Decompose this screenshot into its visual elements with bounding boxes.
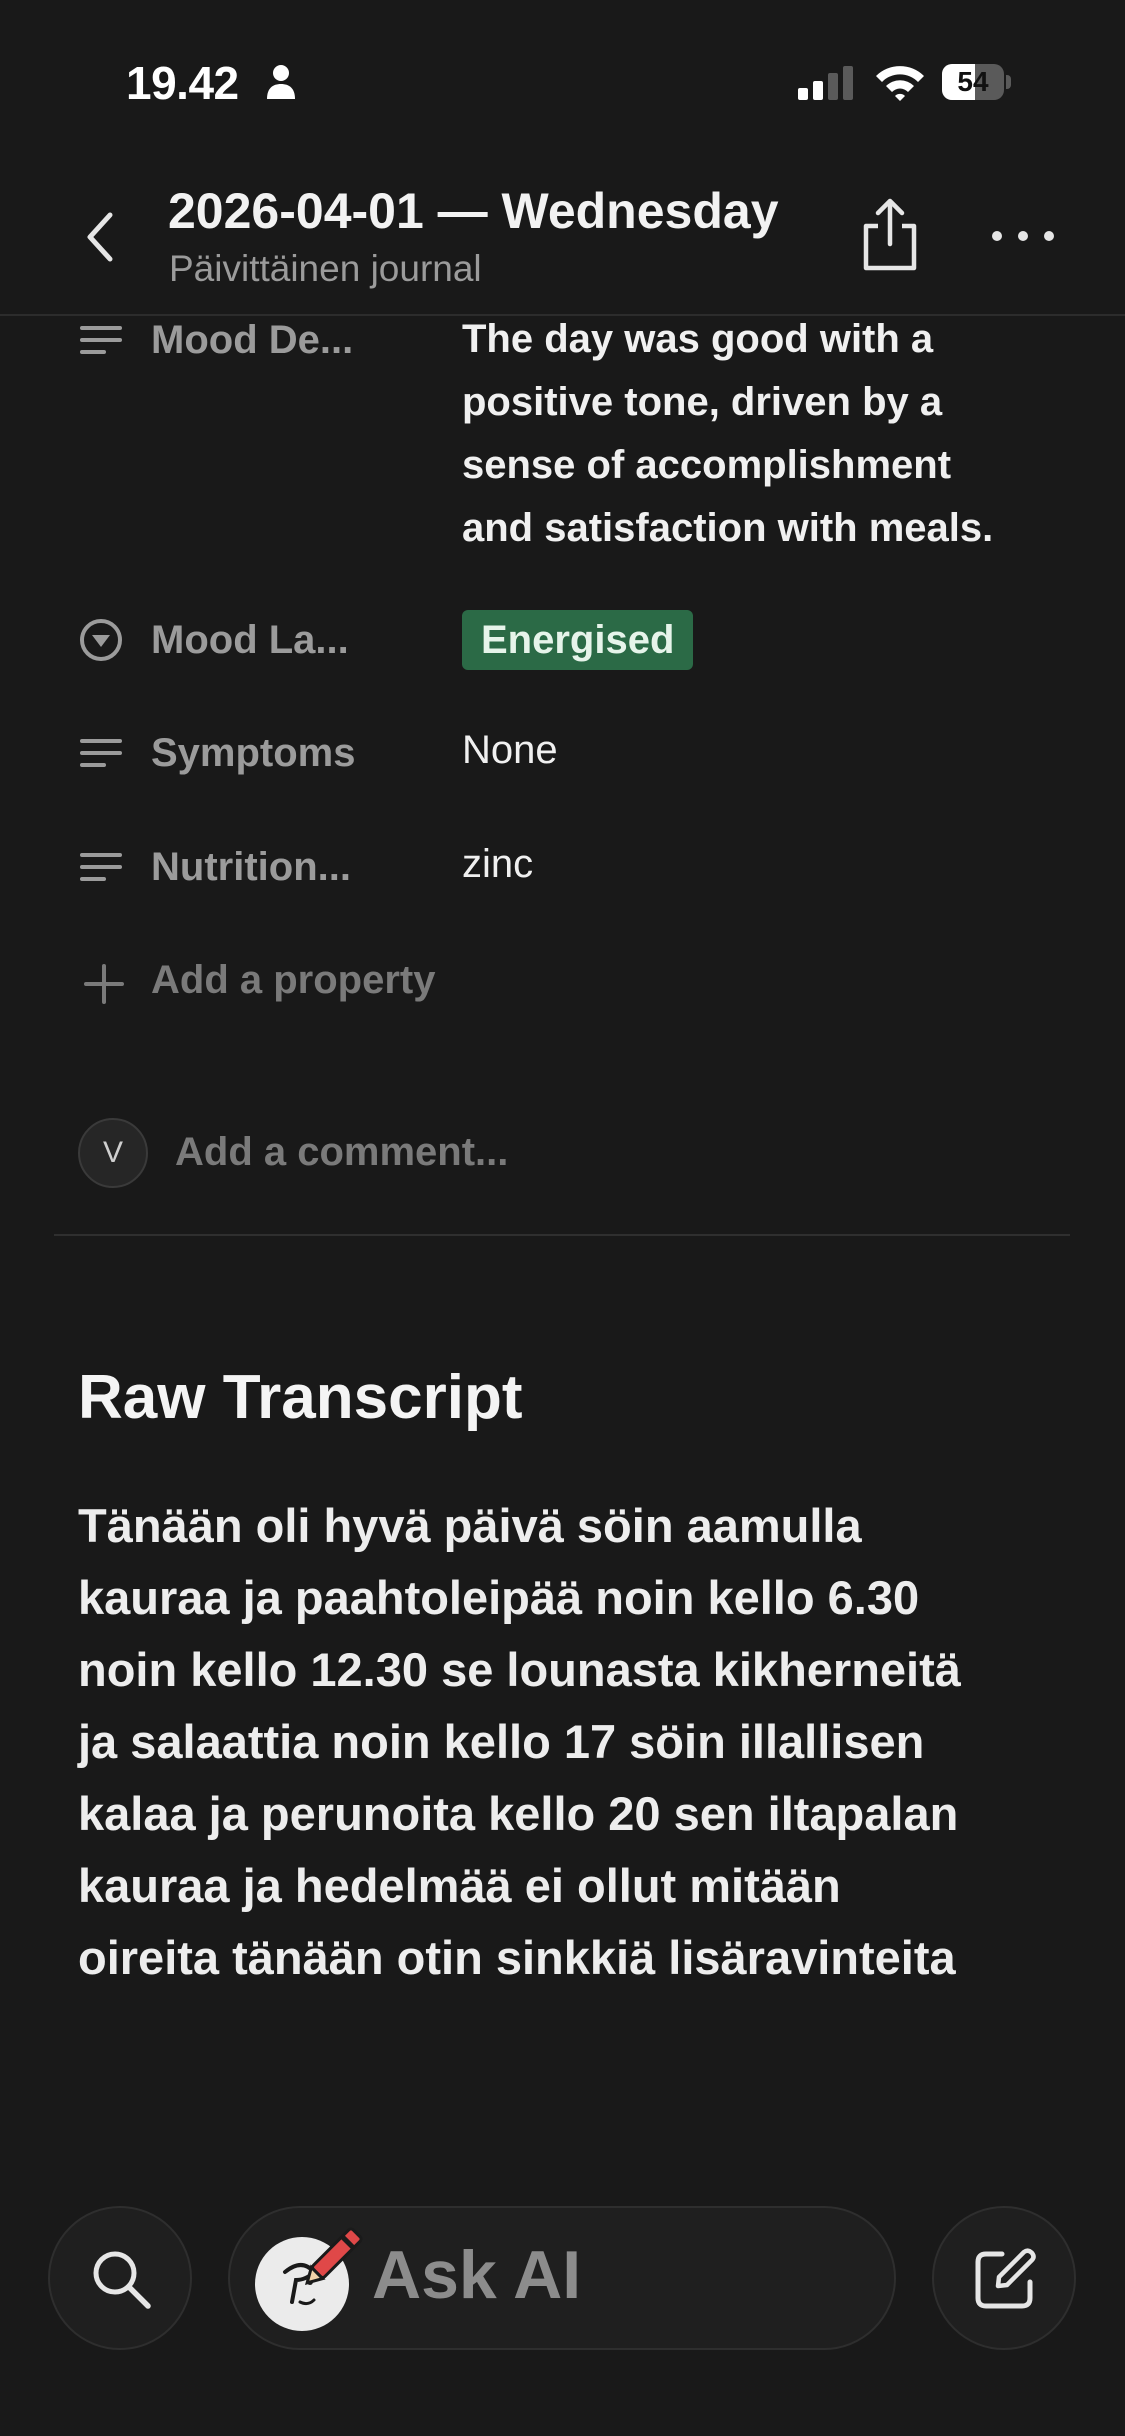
property-label: Mood La...	[151, 618, 349, 662]
add-property-label: Add a property	[151, 958, 436, 1002]
compose-icon	[975, 2248, 1036, 2309]
section-divider	[54, 1234, 1070, 1236]
cellular-signal-icon	[798, 66, 853, 100]
battery-level: 54	[957, 66, 989, 97]
battery-indicator: 54	[942, 64, 1014, 100]
property-value-symptoms[interactable]: None	[462, 728, 558, 773]
select-circle-icon	[80, 619, 122, 661]
wifi-icon	[876, 66, 924, 101]
compose-button[interactable]	[932, 2206, 1076, 2350]
value-line: The day was good with a	[462, 317, 934, 361]
transcript-line: noin kello 12.30 se lounasta kikherneitä	[78, 1643, 961, 1696]
comment-input[interactable]: Add a comment...	[175, 1130, 508, 1175]
mood-tag[interactable]: Energised	[462, 610, 694, 670]
property-label: Symptoms	[151, 731, 356, 775]
transcript-line: ja salaattia noin kello 17 söin illallis…	[78, 1715, 925, 1768]
property-value-mood-description[interactable]: The day was good with a positive tone, d…	[462, 308, 1062, 560]
value-line: and satisfaction with meals.	[462, 506, 994, 550]
search-button[interactable]	[48, 2206, 192, 2350]
chevron-left-icon[interactable]	[74, 205, 130, 269]
transcript-body[interactable]: Tänään oli hyvä päivä söin aamulla kaura…	[78, 1490, 1078, 1994]
property-value-nutrition[interactable]: zinc	[462, 842, 533, 887]
property-label: Nutrition...	[151, 845, 351, 889]
person-icon	[267, 65, 295, 99]
share-icon[interactable]	[858, 196, 922, 272]
transcript-line: kauraa ja hedelmää ei ollut mitään	[78, 1859, 841, 1912]
text-lines-icon	[80, 326, 122, 354]
transcript-line: Tänään oli hyvä päivä söin aamulla	[78, 1499, 862, 1552]
page-subtitle[interactable]: Päivittäinen journal	[169, 248, 482, 290]
text-lines-icon	[80, 739, 122, 767]
property-label: Mood De...	[151, 318, 354, 362]
plus-icon	[84, 964, 124, 1004]
search-icon	[93, 2251, 151, 2309]
ask-ai-label: Ask AI	[372, 2237, 582, 2313]
transcript-line: oireita tänään otin sinkkiä lisäravintei…	[78, 1931, 956, 1984]
transcript-line: kauraa ja paahtoleipää noin kello 6.30	[78, 1571, 920, 1624]
ai-avatar-icon	[255, 2227, 363, 2331]
avatar: V	[78, 1118, 148, 1188]
transcript-line: kalaa ja perunoita kello 20 sen iltapala…	[78, 1787, 959, 1840]
value-line: sense of accomplishment	[462, 443, 952, 487]
status-time: 19.42	[126, 57, 239, 109]
more-icon[interactable]	[988, 218, 1058, 254]
section-heading: Raw Transcript	[78, 1363, 523, 1432]
value-line: positive tone, driven by a	[462, 380, 943, 424]
text-lines-icon	[80, 853, 122, 881]
page-title: 2026-04-01 — Wednesday	[168, 183, 779, 239]
